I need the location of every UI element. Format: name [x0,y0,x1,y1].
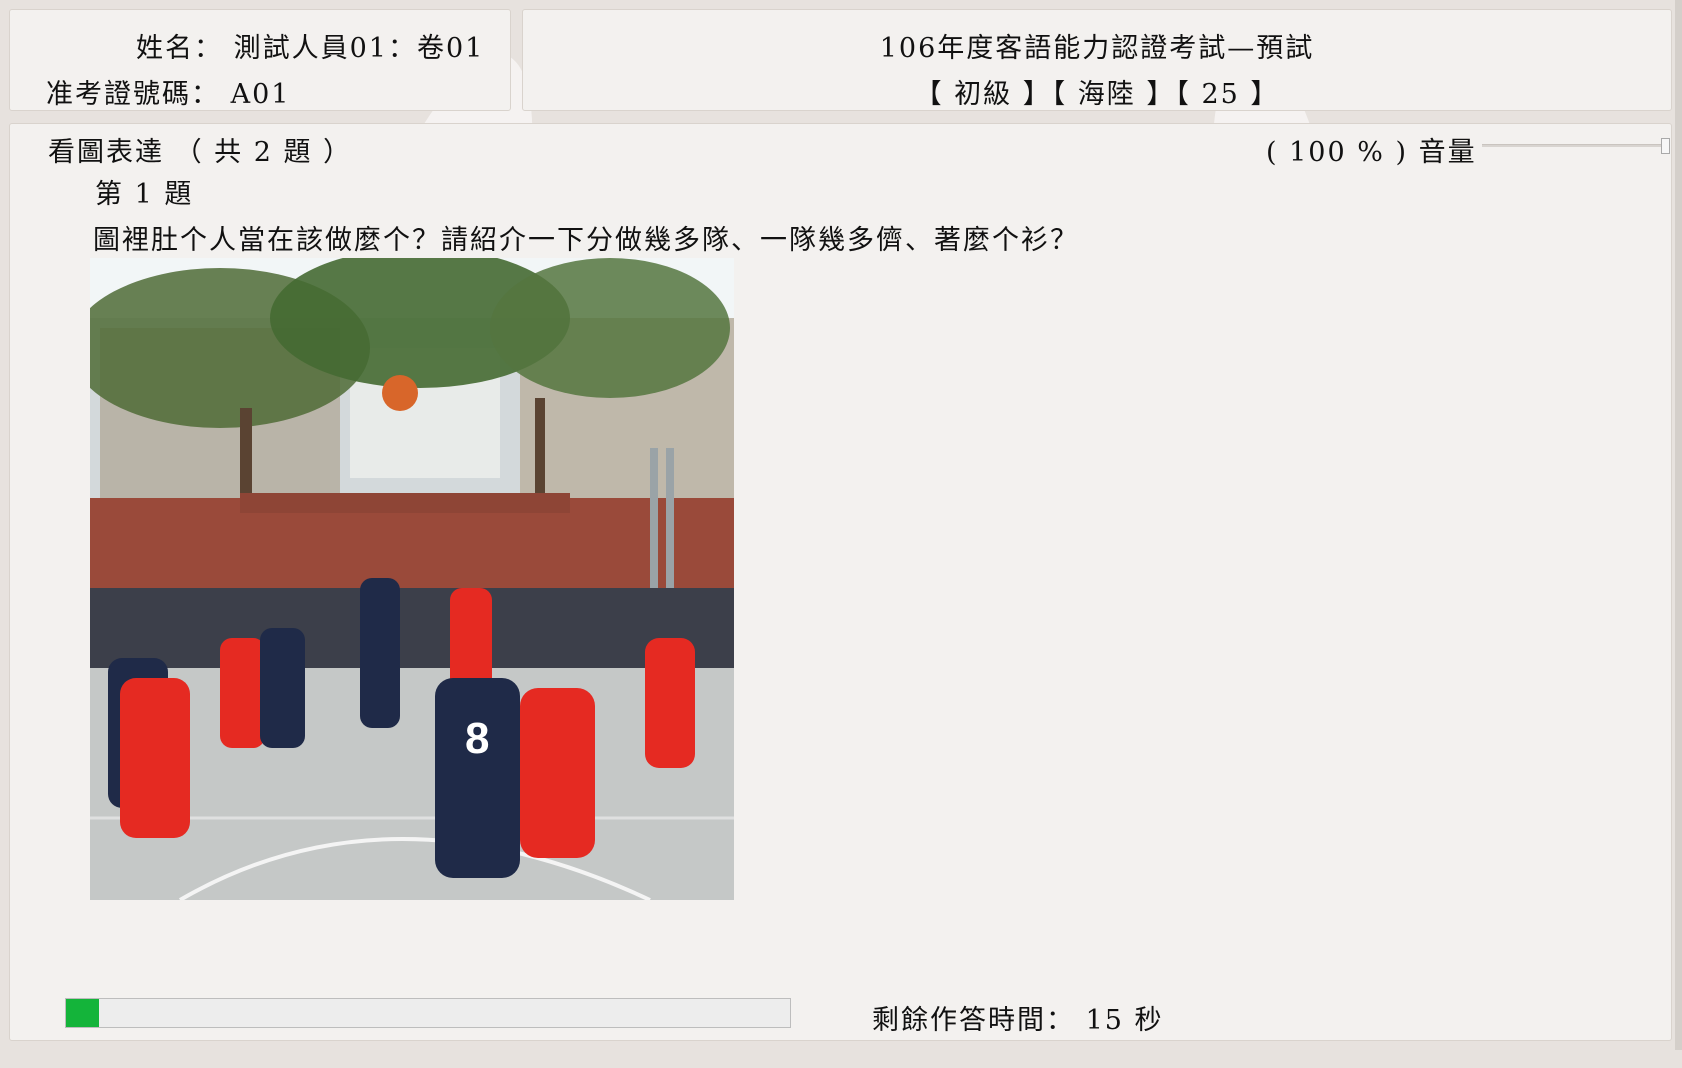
remaining-time-unit: 秒 [1134,1005,1164,1036]
svg-text:8: 8 [465,714,489,763]
exam-title: 106年度客語能力認證考試—預試 [879,33,1315,64]
volume-slider-track [1482,144,1662,147]
candidate-name-row: 姓名： 測試人員01：卷01 [136,26,484,65]
candidate-name-label: 姓名： [136,33,223,64]
volume-slider[interactable] [1482,138,1671,154]
question-text: 圖裡肚个人當在該做麼个？請紹介一下分做幾多隊、一隊幾多儕、著麼个衫？ [93,225,1079,256]
window-edge-scrollbar[interactable] [1675,0,1682,1050]
exam-title-panel: 106年度客語能力認證考試—預試 【 初級 】【 海陸 】【 25 】 [522,9,1672,111]
candidate-id-label: 准考證號碼： [46,79,220,110]
remaining-time-label: 剩餘作答時間： [872,1005,1075,1036]
remaining-time-row: 剩餘作答時間： 15 秒 [872,998,1164,1037]
exam-level-tags: 【 初級 】【 海陸 】【 25 】 [914,79,1280,110]
section-title: 看圖表達 （ 共 2 題 ） [48,137,353,168]
question-photo: 8 [90,258,734,900]
volume-readout: ( 100 % ) 音量 [1266,137,1477,168]
candidate-id-value: A01 [230,79,291,110]
basketball-game-illustration: 8 [90,258,734,900]
question-number: 第 1 題 [95,179,194,210]
remaining-time-seconds: 15 [1085,1005,1124,1036]
volume-slider-thumb[interactable] [1661,138,1670,154]
answer-time-progress-fill [66,999,99,1027]
answer-time-progress-bar [65,998,791,1028]
candidate-info-panel: 姓名： 測試人員01：卷01 准考證號碼： A01 [9,9,511,111]
question-panel: 看圖表達 （ 共 2 題 ） 第 1 題 圖裡肚个人當在該做麼个？請紹介一下分做… [9,123,1672,1041]
candidate-name-value: 測試人員01：卷01 [233,33,485,64]
candidate-id-row: 准考證號碼： A01 [46,72,291,110]
